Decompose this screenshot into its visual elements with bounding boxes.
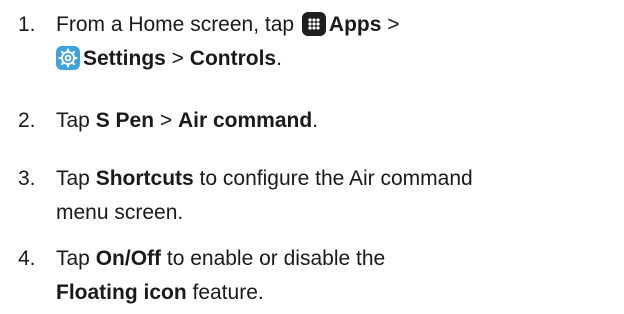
step-line: Tap S Pen > Air command. [56, 109, 319, 132]
step-line: Floating icon feature. [56, 281, 264, 304]
settings-gear-icon [56, 46, 80, 70]
step-number: 2. [18, 109, 36, 132]
floating-icon-label: Floating icon [56, 281, 187, 304]
shortcuts-label: Shortcuts [95, 167, 194, 190]
s-pen-label: S Pen [95, 109, 155, 132]
step-line: Tap Shortcuts to configure the Air comma… [56, 167, 473, 190]
step-line: Tap On/Off to enable or disable the [56, 247, 386, 270]
step-line: menu screen. [56, 201, 184, 224]
controls-label: Controls [189, 47, 277, 70]
step-line: Settings > Controls. [56, 42, 616, 76]
step-text: Tap Shortcuts to configure the Air comma… [56, 162, 616, 230]
step-number: 4. [18, 247, 36, 270]
step-text: Tap S Pen > Air command. [56, 104, 616, 138]
apps-label: Apps [328, 13, 382, 36]
step-number: 1. [18, 13, 36, 36]
instruction-steps: 1. From a Home screen, tap Apps > Settin… [0, 0, 624, 314]
on-off-label: On/Off [95, 247, 162, 270]
air-command-label: Air command [178, 109, 313, 132]
step-line: From a Home screen, tap Apps > [56, 12, 400, 36]
step-text: Tap On/Off to enable or disable the Floa… [56, 242, 616, 310]
apps-icon [301, 12, 326, 36]
step-number: 3. [18, 167, 36, 190]
step-text: From a Home screen, tap Apps > Settings … [56, 8, 616, 76]
settings-label: Settings [83, 47, 166, 70]
